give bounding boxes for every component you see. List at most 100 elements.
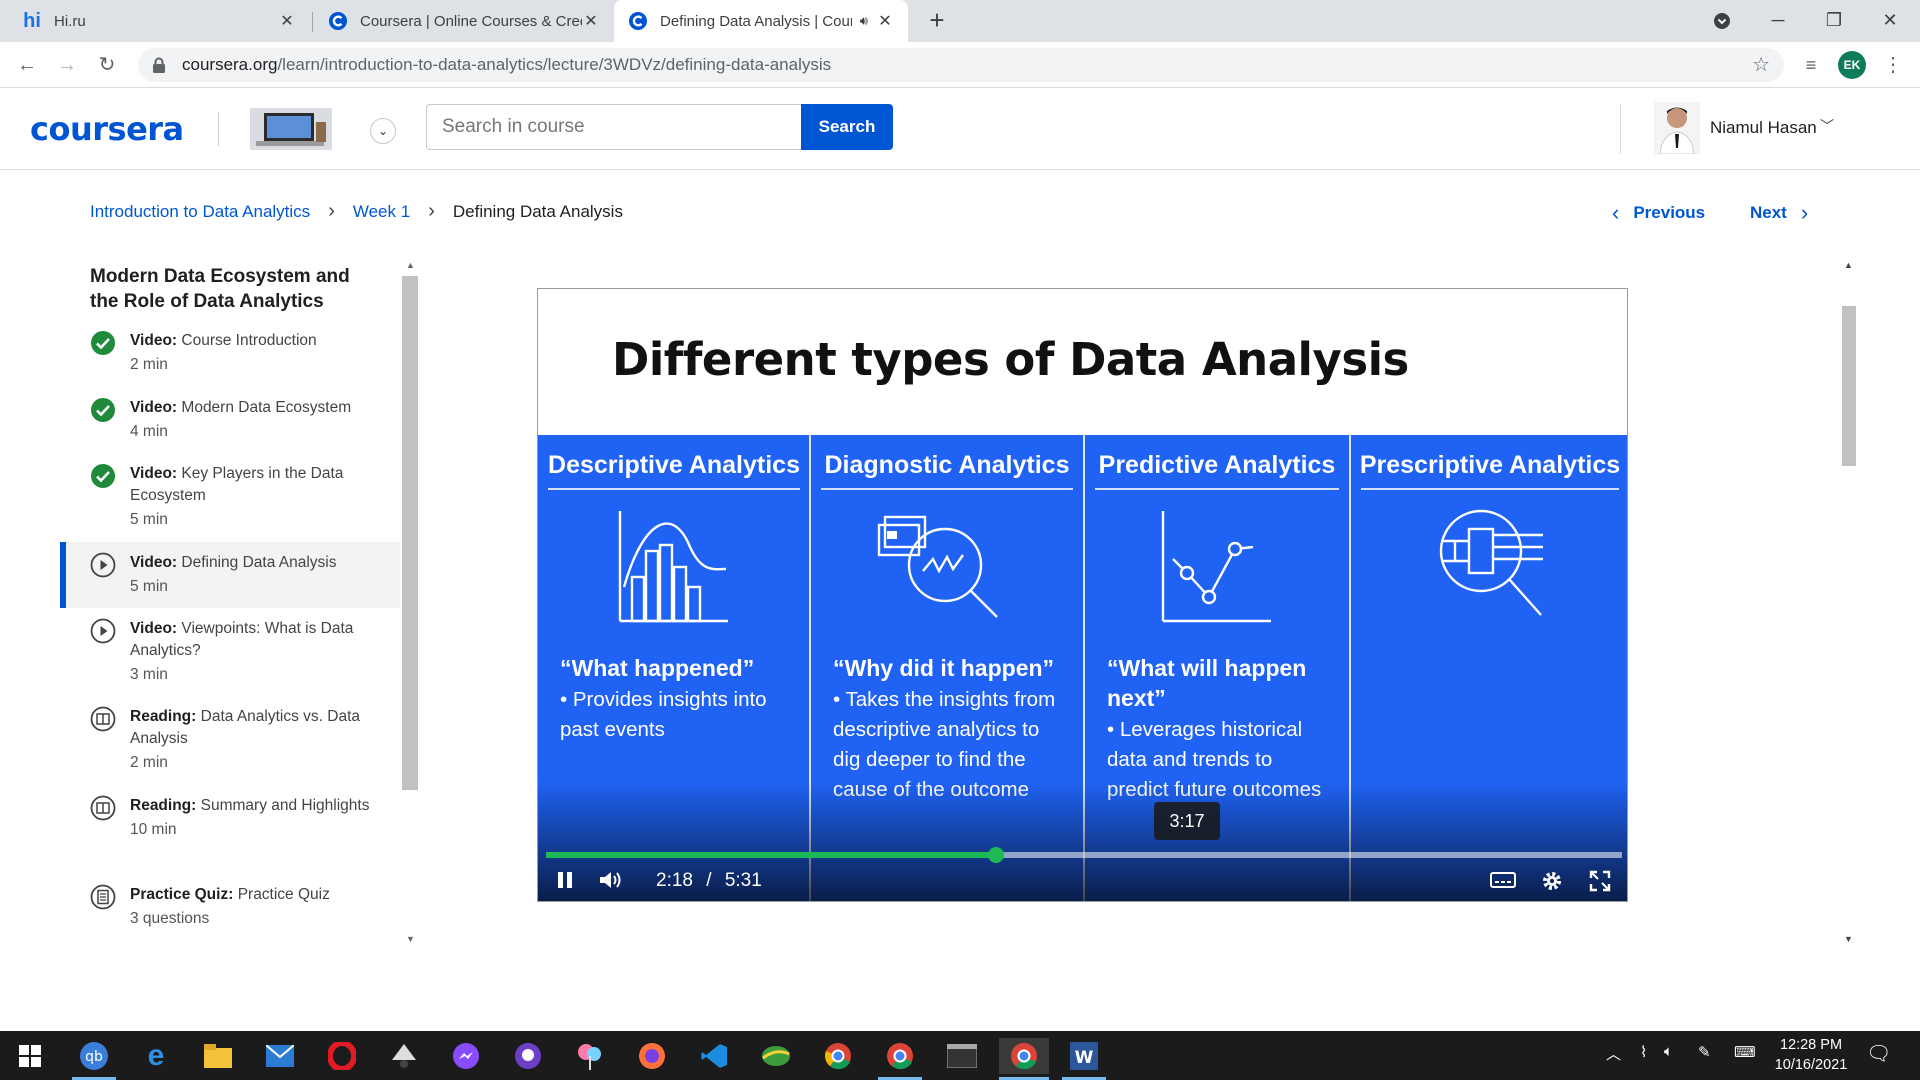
sidebar-item-key-players[interactable]: Video: Key Players in the Data Ecosystem…	[60, 463, 400, 541]
chevron-down-icon[interactable]: ⌄	[370, 118, 396, 144]
progress-bar[interactable]	[546, 847, 1622, 863]
scroll-down-icon[interactable]: ▼	[1844, 934, 1853, 944]
messenger-icon[interactable]	[448, 1038, 484, 1074]
chrome-icon[interactable]	[820, 1038, 856, 1074]
restore-button[interactable]: ❐	[1806, 0, 1862, 42]
book-icon	[90, 706, 116, 732]
sidebar-item-viewpoints[interactable]: Video: Viewpoints: What is Data Analytic…	[60, 618, 400, 696]
magnifier-chart-icon	[877, 515, 998, 618]
column-heading: Predictive Analytics	[1098, 451, 1336, 479]
terminal-icon[interactable]	[944, 1038, 980, 1074]
pause-icon[interactable]	[554, 869, 576, 891]
browser-toolbar: ← → ↻ coursera.org/learn/introduction-to…	[0, 42, 1920, 88]
sidebar-item-analytics-vs-analysis[interactable]: Reading: Data Analytics vs. Data Analysi…	[60, 706, 400, 784]
search-button[interactable]: Search	[801, 104, 893, 150]
sidebar-item-summary-highlights[interactable]: Reading: Summary and Highlights 10 min	[60, 795, 400, 873]
tab-hiru[interactable]: hi Hi.ru ✕	[8, 0, 310, 42]
keyboard-icon[interactable]: ⌨	[1734, 1043, 1756, 1061]
site-header: coursera ⌄ Search Niamul Hasan ﹀	[0, 88, 1920, 170]
fullscreen-icon[interactable]	[1588, 869, 1612, 893]
scroll-up-icon[interactable]: ▲	[406, 260, 415, 270]
volume-icon[interactable]	[598, 869, 624, 891]
notifications-icon[interactable]: 🗨︎	[1866, 1041, 1891, 1066]
back-button[interactable]: ←	[12, 50, 42, 80]
chrome-ek-icon[interactable]	[999, 1038, 1049, 1074]
captions-icon[interactable]	[1489, 869, 1517, 891]
item-title: Course Introduction	[181, 332, 317, 349]
close-window-button[interactable]: ✕	[1862, 0, 1918, 42]
bookmark-star-icon[interactable]: ☆	[1752, 52, 1770, 77]
close-tab-icon[interactable]: ✕	[876, 11, 894, 31]
reading-list-icon[interactable]: ≡	[1796, 50, 1826, 80]
edge-icon[interactable]: e	[138, 1038, 174, 1074]
volume-tray-icon[interactable]: 🔈︎	[1664, 1043, 1673, 1060]
close-tab-icon[interactable]: ✕	[582, 11, 600, 31]
pen-icon[interactable]: ✎	[1698, 1043, 1711, 1061]
progress-scrubber-handle[interactable]	[987, 847, 1004, 863]
course-thumbnail[interactable]	[250, 108, 332, 150]
video-player[interactable]: Different types of Data Analysis Descrip…	[537, 288, 1628, 902]
chrome-profile-icon[interactable]	[882, 1038, 918, 1074]
tab-defining-data-analysis[interactable]: Defining Data Analysis | Coursera 🔊︎ ✕	[614, 0, 908, 42]
windows-start-icon[interactable]	[12, 1038, 48, 1074]
forward-button[interactable]: →	[52, 50, 82, 80]
user-name[interactable]: Niamul Hasan	[1710, 118, 1817, 138]
play-icon	[90, 552, 116, 578]
word-icon[interactable]: W	[1066, 1038, 1102, 1074]
close-tab-icon[interactable]: ✕	[278, 11, 296, 31]
sidebar-item-defining-data-analysis[interactable]: Video: Defining Data Analysis 5 min	[60, 542, 400, 608]
tab-search-icon[interactable]	[1694, 0, 1750, 42]
opera-icon[interactable]	[324, 1038, 360, 1074]
menu-kebab-icon[interactable]: ⋮	[1878, 50, 1908, 80]
svg-text:W: W	[1075, 1048, 1094, 1068]
user-avatar[interactable]	[1654, 102, 1700, 154]
minimize-button[interactable]: ─	[1750, 0, 1806, 42]
file-explorer-icon[interactable]	[200, 1038, 236, 1074]
item-duration: 3 min	[130, 666, 168, 683]
breadcrumb-week-link[interactable]: Week 1	[353, 202, 410, 222]
previous-label: Previous	[1633, 203, 1706, 222]
item-type: Video:	[130, 332, 178, 349]
sidebar-item-modern-data-ecosystem[interactable]: Video: Modern Data Ecosystem 4 min	[60, 397, 400, 453]
chevron-left-icon: ‹	[1612, 200, 1620, 225]
inkscape-icon[interactable]	[386, 1038, 422, 1074]
vscode-icon[interactable]	[696, 1038, 732, 1074]
chevron-right-icon: ›	[328, 200, 335, 222]
scroll-down-icon[interactable]: ▼	[406, 934, 415, 944]
profile-avatar[interactable]: EK	[1838, 51, 1866, 79]
new-tab-button[interactable]: +	[922, 6, 952, 36]
sidebar-item-practice-quiz[interactable]: Practice Quiz: Practice Quiz 3 questions	[60, 884, 400, 940]
item-duration: 3 questions	[130, 910, 210, 927]
item-duration: 10 min	[130, 821, 177, 838]
next-button[interactable]: Next ›	[1750, 200, 1808, 226]
address-bar[interactable]: coursera.org/learn/introduction-to-data-…	[138, 48, 1784, 82]
network-icon[interactable]: ⌇	[1640, 1043, 1647, 1061]
chevron-down-icon[interactable]: ﹀	[1820, 116, 1834, 136]
qbittorrent-icon[interactable]: qb	[76, 1038, 112, 1074]
settings-gear-icon[interactable]	[1540, 869, 1564, 893]
pinwheel-app-icon[interactable]	[572, 1038, 608, 1074]
previous-button[interactable]: ‹ Previous	[1612, 200, 1705, 226]
sidebar-scrollbar-thumb[interactable]	[402, 276, 418, 790]
reload-button[interactable]: ↻	[92, 50, 122, 80]
firefox-icon[interactable]	[634, 1038, 670, 1074]
tab-coursera-home[interactable]: Coursera | Online Courses & Credentials …	[314, 0, 614, 42]
search-input[interactable]	[426, 104, 802, 150]
speaker-icon[interactable]: 🔊︎	[860, 13, 868, 29]
show-hidden-icons-chevron-icon[interactable]: ︿	[1606, 1043, 1621, 1064]
coursera-logo[interactable]: coursera	[30, 110, 184, 148]
earth-app-icon[interactable]	[758, 1038, 794, 1074]
system-clock[interactable]: 12:28 PM 10/16/2021	[1774, 1035, 1848, 1075]
github-desktop-icon[interactable]	[510, 1038, 546, 1074]
item-title: Practice Quiz	[237, 886, 330, 903]
progress-bar-played	[546, 852, 996, 858]
page-scrollbar-thumb[interactable]	[1842, 306, 1856, 466]
mail-icon[interactable]	[262, 1038, 298, 1074]
column-underline	[548, 488, 800, 490]
breadcrumb-course-link[interactable]: Introduction to Data Analytics	[90, 202, 310, 222]
play-icon	[90, 618, 116, 644]
sidebar-item-course-introduction[interactable]: Video: Course Introduction 2 min	[60, 330, 400, 386]
item-title: Defining Data Analysis	[181, 554, 337, 571]
url-host: coursera.org	[182, 55, 278, 74]
scroll-up-icon[interactable]: ▲	[1844, 260, 1853, 270]
